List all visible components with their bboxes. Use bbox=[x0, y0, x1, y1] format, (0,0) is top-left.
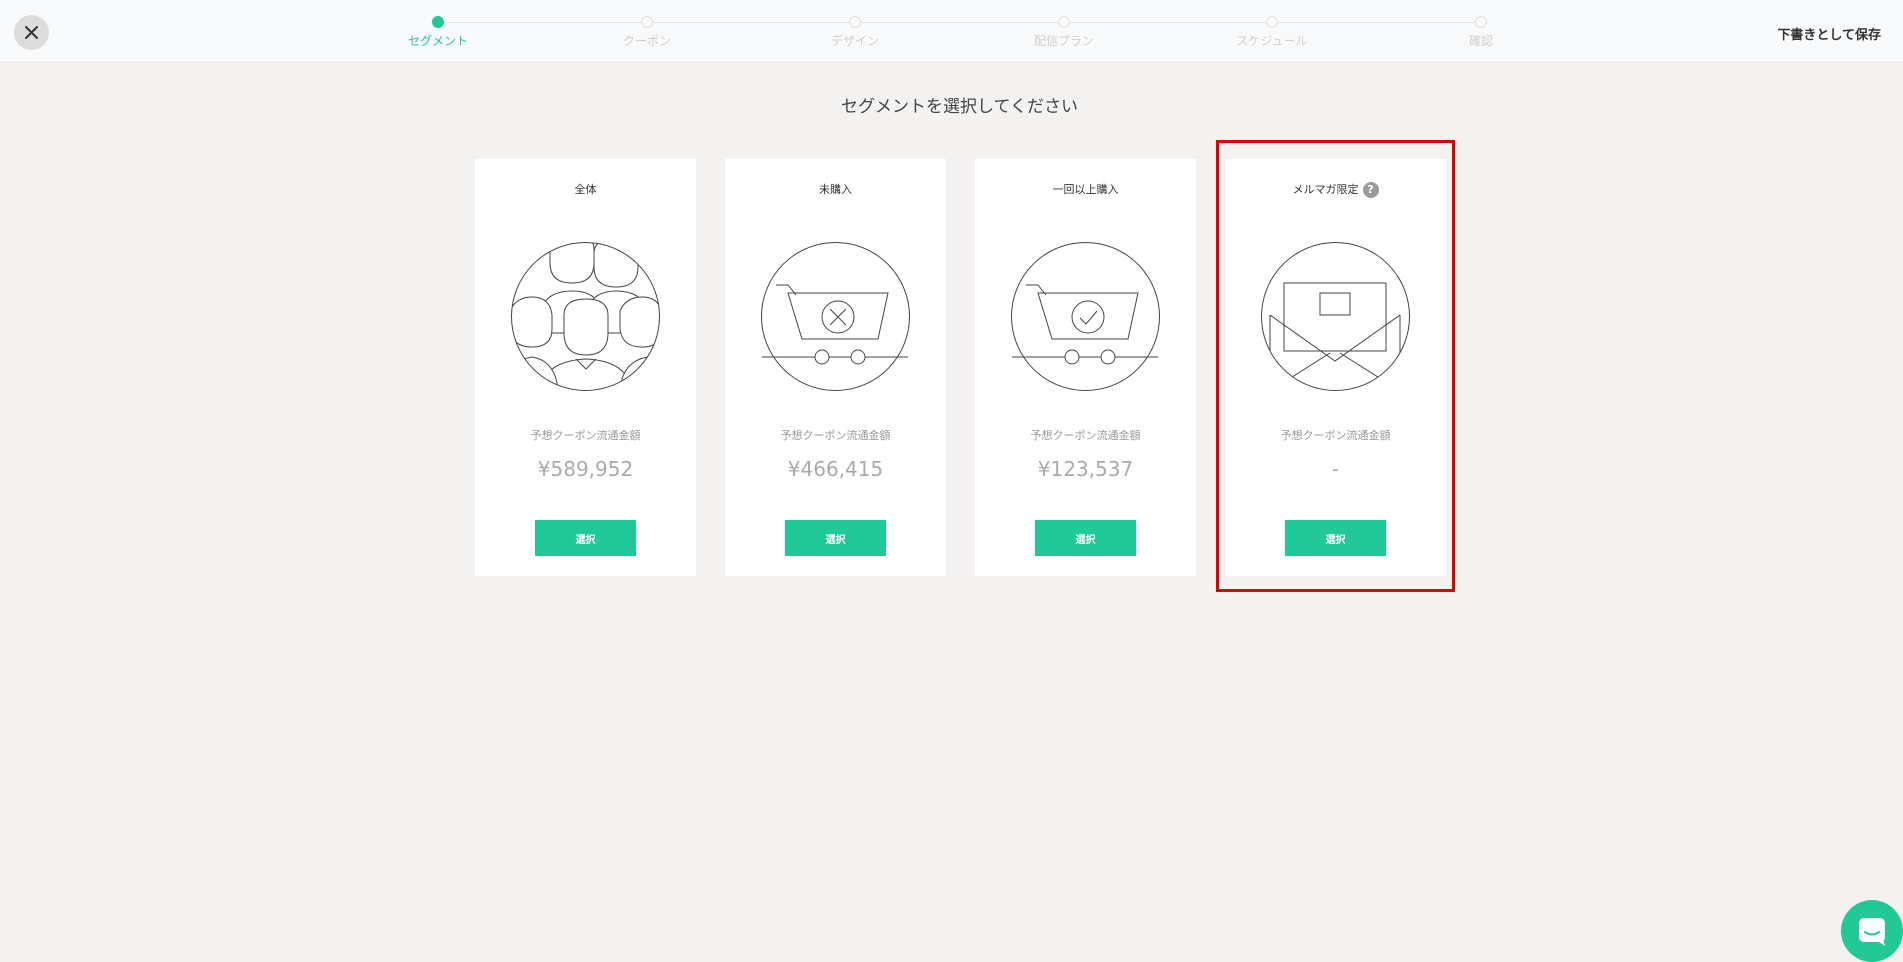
step-dot bbox=[1058, 16, 1070, 28]
step-dot bbox=[1266, 16, 1278, 28]
help-icon[interactable]: ? bbox=[1362, 182, 1379, 198]
segment-card-not-purchased: 未購入 予想クーポン流通金額 ¥466,415 選択 bbox=[725, 159, 946, 576]
card-value: ¥123,537 bbox=[1037, 457, 1134, 481]
step-coupon[interactable]: クーポン bbox=[587, 16, 707, 49]
close-button[interactable] bbox=[14, 15, 49, 50]
card-title: 全体 bbox=[574, 183, 597, 196]
card-subtitle: 予想クーポン流通金額 bbox=[1280, 429, 1391, 442]
step-label: 配信プラン bbox=[1033, 34, 1094, 48]
segment-card-purchased: 一回以上購入 予想クーポン流通金額 ¥123,537 選択 bbox=[975, 159, 1196, 576]
card-subtitle: 予想クーポン流通金額 bbox=[780, 429, 891, 442]
step-label: 確認 bbox=[1468, 34, 1493, 48]
chat-launcher-button[interactable] bbox=[1841, 900, 1903, 962]
segment-card-newsletter: メルマガ限定? 予想クーポン流通金額 - 選択 bbox=[1225, 159, 1446, 576]
top-bar: セグメント クーポン デザイン 配信プラン スケジュール 確認 下書きとして保存 bbox=[0, 0, 1903, 63]
open-envelope-icon bbox=[1260, 241, 1411, 392]
step-schedule[interactable]: スケジュール bbox=[1212, 16, 1332, 49]
step-segment[interactable]: セグメント bbox=[378, 16, 498, 49]
step-dot bbox=[432, 16, 444, 28]
chat-icon bbox=[1859, 918, 1885, 946]
select-button[interactable]: 選択 bbox=[535, 520, 636, 556]
step-label: デザイン bbox=[830, 34, 879, 48]
card-title-text: メルマガ限定 bbox=[1292, 183, 1359, 196]
card-subtitle: 予想クーポン流通金額 bbox=[530, 429, 641, 442]
step-confirm[interactable]: 確認 bbox=[1421, 16, 1541, 49]
card-title: メルマガ限定? bbox=[1225, 181, 1446, 198]
card-value: ¥589,952 bbox=[537, 457, 634, 481]
step-dot bbox=[1475, 16, 1487, 28]
save-draft-button[interactable]: 下書きとして保存 bbox=[1777, 24, 1881, 43]
card-title: 未購入 bbox=[819, 183, 852, 196]
card-subtitle: 予想クーポン流通金額 bbox=[1030, 429, 1141, 442]
people-group-icon bbox=[510, 241, 661, 392]
cart-x-icon bbox=[760, 241, 911, 392]
step-label: スケジュール bbox=[1236, 34, 1308, 48]
select-button[interactable]: 選択 bbox=[1035, 520, 1136, 556]
segment-card-all: 全体 予想クーポン流通金額 ¥589,952 選択 bbox=[475, 159, 696, 576]
step-delivery-plan[interactable]: 配信プラン bbox=[1004, 16, 1124, 49]
step-design[interactable]: デザイン bbox=[795, 16, 915, 49]
cart-check-icon bbox=[1010, 241, 1161, 392]
select-button[interactable]: 選択 bbox=[1285, 520, 1386, 556]
card-value: - bbox=[1331, 457, 1340, 481]
step-dot bbox=[849, 16, 861, 28]
step-label: クーポン bbox=[622, 34, 671, 48]
close-icon bbox=[25, 26, 38, 39]
select-button[interactable]: 選択 bbox=[785, 520, 886, 556]
page-title: セグメントを選択してください bbox=[841, 97, 1078, 117]
card-value: ¥466,415 bbox=[787, 457, 884, 481]
card-title: 一回以上購入 bbox=[1052, 183, 1119, 196]
step-label: セグメント bbox=[407, 34, 468, 48]
step-dot bbox=[641, 16, 653, 28]
